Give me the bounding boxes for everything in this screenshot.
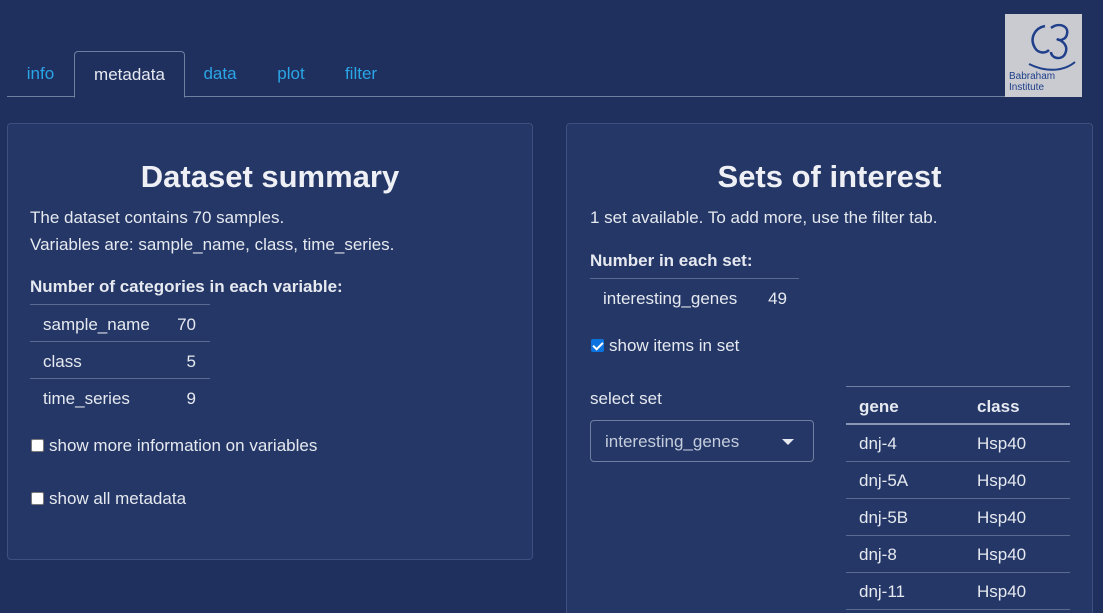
items-cell-gene: dnj-4 [859, 434, 897, 453]
items-cell-class: Hsp40 [977, 471, 1027, 490]
show-all-metadata-label[interactable]: show all metadata [49, 489, 186, 509]
category-count: 5 [186, 352, 196, 371]
show-items-label[interactable]: show items in set [609, 336, 739, 356]
set-count: 49 [768, 289, 787, 308]
category-name: sample_name [43, 315, 150, 334]
items-header-class: class [977, 397, 1020, 416]
category-name: class [43, 352, 82, 371]
items-cell-class: Hsp40 [977, 582, 1027, 601]
logo-line-1: Babraham [1009, 71, 1056, 82]
items-cell-class: Hsp40 [977, 508, 1027, 527]
items-cell-gene: dnj-5A [859, 471, 909, 490]
dataset-summary-panel: Dataset summary The dataset contains 70 … [7, 123, 533, 560]
categories-table-divider [30, 378, 210, 379]
chevron-down-icon [782, 439, 794, 445]
items-cell-class: Hsp40 [977, 434, 1027, 453]
sets-of-interest-panel: Sets of interest 1 set available. To add… [566, 123, 1093, 613]
babraham-logo: Babraham Institute [1005, 14, 1082, 97]
items-row-divider [846, 535, 1070, 536]
items-row-divider [846, 572, 1070, 573]
items-row-divider [846, 609, 1070, 610]
tab-bar: info metadata data plot filter [7, 51, 1082, 98]
items-cell-gene: dnj-5B [859, 508, 909, 527]
category-name: time_series [43, 389, 130, 408]
dataset-summary-title: Dataset summary [140, 159, 400, 194]
show-more-info-label[interactable]: show more information on variables [49, 436, 317, 456]
category-count: 9 [186, 389, 196, 408]
select-set-dropdown[interactable]: interesting_genes [590, 420, 814, 462]
set-name: interesting_genes [603, 289, 738, 308]
category-count: 70 [177, 315, 196, 334]
tab-plot[interactable]: plot [259, 51, 323, 97]
number-in-set-heading: Number in each set: [590, 251, 753, 270]
logo-text: Babraham Institute [1009, 71, 1055, 93]
items-header-gene: gene [859, 397, 899, 416]
items-row-divider [846, 498, 1070, 499]
tab-info[interactable]: info [7, 51, 74, 97]
categories-heading: Number of categories in each variable: [30, 277, 343, 296]
tab-filter[interactable]: filter [329, 51, 393, 97]
items-header-divider [846, 423, 1070, 425]
logo-line-2: Institute [1009, 82, 1045, 93]
items-cell-class: Hsp40 [977, 545, 1027, 564]
select-set-label: select set [590, 389, 662, 408]
dataset-variables-text: Variables are: sample_name, class, time_… [30, 235, 395, 254]
app-page: info metadata data plot filter Babraham … [0, 0, 1103, 613]
items-table-top-border [846, 386, 1070, 387]
sets-of-interest-title: Sets of interest [717, 159, 942, 194]
sets-table-divider [590, 278, 799, 279]
show-all-metadata-checkbox[interactable] [31, 492, 44, 505]
dataset-sample-count-text: The dataset contains 70 samples. [30, 208, 285, 227]
items-cell-gene: dnj-11 [859, 582, 905, 601]
items-cell-gene: dnj-8 [859, 545, 897, 564]
tab-data[interactable]: data [188, 51, 252, 97]
categories-table-divider [30, 341, 210, 342]
items-row-divider [846, 461, 1070, 462]
categories-table-divider [30, 304, 210, 305]
sets-available-text: 1 set available. To add more, use the fi… [590, 208, 938, 227]
show-items-checkbox[interactable] [591, 339, 604, 352]
tab-metadata[interactable]: metadata [74, 51, 185, 98]
show-more-info-checkbox[interactable] [31, 439, 44, 452]
select-set-value: interesting_genes [605, 432, 740, 451]
